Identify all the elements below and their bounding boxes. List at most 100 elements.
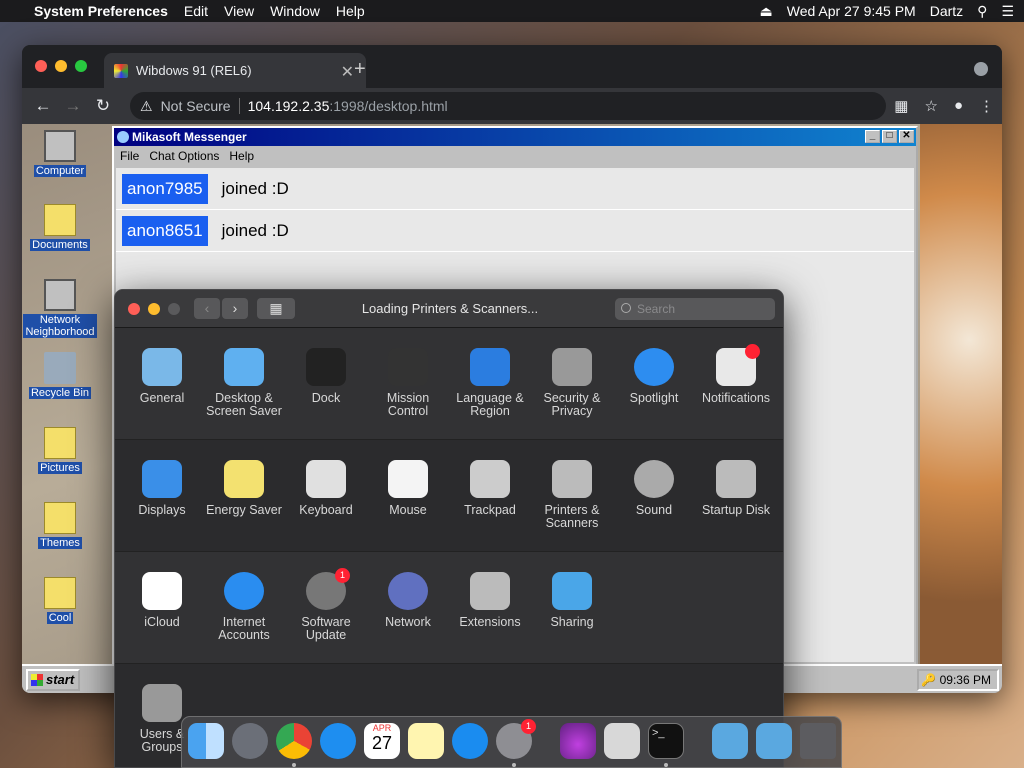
chrome-icon[interactable]: [276, 723, 312, 759]
forward-icon[interactable]: →: [58, 96, 88, 116]
general-icon: [142, 348, 182, 386]
desktop-icon-themes[interactable]: Themes: [23, 502, 97, 549]
menubar-user[interactable]: Dartz: [930, 3, 963, 19]
qr-code-icon[interactable]: ▦: [894, 97, 908, 115]
folder-icon: [44, 204, 76, 236]
minimize-icon[interactable]: _: [865, 130, 880, 143]
folder-icon: [44, 427, 76, 459]
menu-help[interactable]: Help: [229, 146, 254, 166]
search-input[interactable]: Search: [615, 298, 775, 320]
spotlight-icon[interactable]: ⚲: [977, 3, 987, 20]
safari-icon[interactable]: [320, 723, 356, 759]
pref-pane-mouse[interactable]: Mouse: [367, 460, 449, 517]
url-path: :1998/desktop.html: [329, 98, 448, 114]
start-button[interactable]: start: [26, 669, 80, 691]
desktop-icon-recycle-bin[interactable]: Recycle Bin: [23, 352, 97, 399]
pref-pane-label: General: [139, 391, 185, 405]
menu-file[interactable]: File: [120, 146, 139, 166]
eject-icon[interactable]: ⏏: [760, 3, 773, 20]
launchpad-icon[interactable]: [232, 723, 268, 759]
spotlight-icon: [634, 348, 674, 386]
kebab-menu-icon[interactable]: ⋮: [979, 97, 994, 115]
pref-pane-mission-control[interactable]: Mission Control: [367, 348, 449, 418]
wallpaper-photo: [920, 124, 1002, 664]
minimize-window-button[interactable]: [55, 60, 67, 72]
messenger-menubar: File Chat Options Help: [114, 146, 916, 166]
pref-pane-sound[interactable]: Sound: [613, 460, 695, 517]
desktop-icon-documents[interactable]: Documents: [23, 204, 97, 251]
address-bar[interactable]: ⚠ Not Secure 104.192.2.35 :1998/desktop.…: [130, 92, 886, 120]
reload-icon[interactable]: ↻: [88, 96, 118, 116]
downloads-folder-icon[interactable]: [756, 723, 792, 759]
pref-pane-keyboard[interactable]: Keyboard: [285, 460, 367, 517]
pref-pane-software-update[interactable]: 1 Software Update: [285, 568, 367, 642]
displays-icon: [142, 460, 182, 498]
terminal-icon[interactable]: >_: [648, 723, 684, 759]
pref-pane-icloud[interactable]: iCloud: [121, 572, 203, 629]
applications-folder-icon[interactable]: [712, 723, 748, 759]
desktop-icon-cool[interactable]: Cool: [23, 577, 97, 624]
control-center-icon[interactable]: ☰: [1001, 3, 1014, 20]
pref-pane-startup-disk[interactable]: Startup Disk: [695, 460, 777, 517]
close-window-button[interactable]: [35, 60, 47, 72]
back-icon[interactable]: ←: [28, 96, 58, 116]
pref-pane-network[interactable]: Network: [367, 572, 449, 629]
pref-pane-energy-saver[interactable]: Energy Saver: [203, 460, 285, 517]
app-menu[interactable]: System Preferences: [28, 3, 176, 19]
chat-username[interactable]: anon8651: [122, 215, 208, 246]
maximize-icon[interactable]: □: [882, 130, 897, 143]
pref-pane-spotlight[interactable]: Spotlight: [613, 348, 695, 405]
messenger-titlebar[interactable]: Mikasoft Messenger _ □ ✕: [114, 128, 916, 146]
calendar-icon[interactable]: APR 27: [364, 723, 400, 759]
energy-saver-icon: [224, 460, 264, 498]
menu-window[interactable]: Window: [262, 3, 328, 19]
pref-pane-internet-accounts[interactable]: Internet Accounts: [203, 572, 285, 642]
installer-icon[interactable]: [560, 723, 596, 759]
menu-view[interactable]: View: [216, 3, 262, 19]
finder-icon[interactable]: [188, 723, 224, 759]
pref-pane-sharing[interactable]: Sharing: [531, 572, 613, 629]
pref-pane-dock[interactable]: Dock: [285, 348, 367, 405]
disk-utility-icon[interactable]: [604, 723, 640, 759]
macos-menubar: System Preferences Edit View Window Help…: [0, 0, 1024, 22]
security-privacy-icon: [552, 348, 592, 386]
not-secure-label: Not Secure: [161, 98, 240, 114]
pref-pane-general[interactable]: General: [121, 348, 203, 405]
pref-pane-displays[interactable]: Displays: [121, 460, 203, 517]
zoom-window-button[interactable]: [75, 60, 87, 72]
menubar-clock[interactable]: Wed Apr 27 9:45 PM: [787, 3, 916, 19]
app-store-icon[interactable]: [452, 723, 488, 759]
bookmark-star-icon[interactable]: ☆: [924, 97, 937, 115]
running-indicator: [512, 763, 516, 767]
running-indicator: [292, 763, 296, 767]
menu-help[interactable]: Help: [328, 3, 373, 19]
pref-pane-desktop-screen-saver[interactable]: Desktop & Screen Saver: [203, 348, 285, 418]
new-tab-icon[interactable]: +: [354, 58, 366, 81]
close-icon[interactable]: ✕: [899, 130, 914, 143]
pref-pane-security-privacy[interactable]: Security & Privacy: [531, 348, 613, 418]
pref-pane-label: Language & Region: [456, 391, 524, 418]
desktop-icon-computer[interactable]: Computer: [23, 130, 97, 177]
notification-dot: [745, 344, 760, 359]
system-preferences-window: ‹ › ▦ Loading Printers & Scanners... Sea…: [114, 289, 784, 768]
menu-edit[interactable]: Edit: [176, 3, 216, 19]
close-tab-icon[interactable]: ✕: [341, 62, 354, 82]
pref-pane-printers-scanners[interactable]: Printers & Scanners: [531, 460, 613, 530]
pref-pane-label: Mouse: [389, 503, 427, 517]
system-preferences-icon[interactable]: 1: [496, 719, 536, 759]
trash-icon[interactable]: [800, 723, 836, 759]
desktop-icon-network[interactable]: Network Neighborhood: [23, 279, 97, 338]
desktop-icon-pictures[interactable]: Pictures: [23, 427, 97, 474]
tab-search-icon[interactable]: [974, 62, 988, 76]
pref-pane-trackpad[interactable]: Trackpad: [449, 460, 531, 517]
menu-chat-options[interactable]: Chat Options: [149, 146, 219, 166]
notes-icon[interactable]: [408, 723, 444, 759]
chat-username[interactable]: anon7985: [122, 173, 208, 204]
browser-tab[interactable]: Wibdows 91 (REL6) ✕: [104, 53, 366, 88]
profile-icon[interactable]: ●: [954, 97, 963, 115]
pref-pane-notifications[interactable]: Notifications: [695, 344, 777, 405]
pref-pane-language-region[interactable]: Language & Region: [449, 348, 531, 418]
pref-pane-label: Startup Disk: [701, 503, 771, 517]
pref-pane-extensions[interactable]: Extensions: [449, 572, 531, 629]
pref-pane-label: Trackpad: [464, 503, 516, 517]
